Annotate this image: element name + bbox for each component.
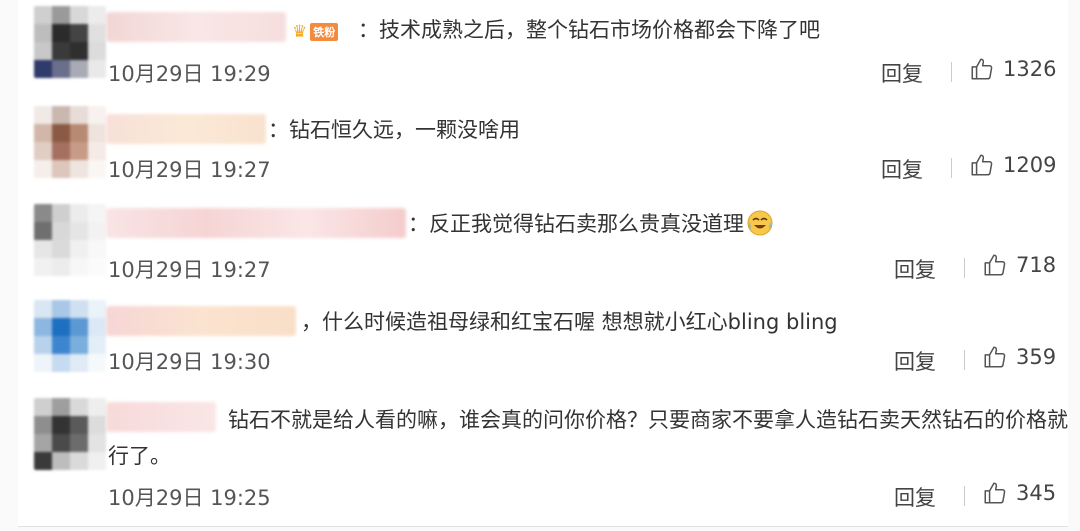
thumbs-up-icon — [984, 346, 1006, 368]
reply-button[interactable]: 回复 — [894, 254, 936, 284]
fan-badge[interactable]: ♛ 铁粉 — [292, 22, 339, 42]
like-count: 718 — [1016, 253, 1057, 277]
username-blurred[interactable] — [106, 114, 266, 144]
thumbs-up-icon — [971, 154, 993, 176]
comment-text: ：技术成熟之后，整个钻石市场价格都会下降了吧 — [358, 18, 820, 42]
comment-time: 10月29日 19:30 — [108, 350, 271, 374]
username-blurred[interactable] — [106, 208, 406, 238]
comment-item: ：钻石恒久远，一颗没啥用 10月29日 19:27 回复 1209 — [18, 96, 1068, 193]
thumbs-up-icon — [984, 482, 1006, 504]
thumbs-up-icon — [984, 254, 1006, 276]
like-count: 1326 — [1003, 57, 1057, 81]
comment-time: 10月29日 19:27 — [108, 158, 271, 182]
avatar[interactable] — [34, 204, 106, 276]
avatar[interactable] — [34, 106, 106, 178]
comment-text: 钻石不就是给人看的嘛，谁会真的问你价格？只要商家不要拿人造钻石卖天然钻石的价格就… — [108, 408, 1068, 468]
comment-text: ：钻石恒久远，一颗没啥用 — [268, 118, 520, 142]
comment-list: ♛ 铁粉 ：技术成熟之后，整个钻石市场价格都会下降了吧 10月29日 19:29… — [0, 0, 1080, 531]
like-button[interactable]: 359 — [982, 344, 1056, 370]
reply-button[interactable]: 回复 — [881, 154, 923, 184]
comment-item: ♛ 铁粉 ：技术成熟之后，整个钻石市场价格都会下降了吧 10月29日 19:29… — [18, 0, 1068, 97]
comment-item: ：反正我觉得钻石卖那么贵真没道理 10月29日 19:27 回复 718 — [18, 192, 1068, 289]
like-button[interactable]: 1209 — [969, 152, 1056, 178]
comment-item: 钻石不就是给人看的嘛，谁会真的问你价格？只要商家不要拿人造钻石卖天然钻石的价格就… — [18, 384, 1068, 527]
comment-text: ：反正我觉得钻石卖那么贵真没道理 — [408, 206, 774, 242]
like-button[interactable]: 718 — [982, 252, 1056, 278]
comment-time: 10月29日 19:25 — [108, 486, 271, 510]
divider — [964, 486, 965, 506]
like-button[interactable]: 1326 — [969, 56, 1056, 82]
avatar[interactable] — [34, 300, 106, 372]
divider — [951, 158, 952, 178]
like-count: 345 — [1016, 481, 1057, 505]
like-count: 359 — [1016, 345, 1057, 369]
comment-item: ，什么时候造祖母绿和红宝石喔 想想就小红心bling bling 10月29日 … — [18, 288, 1068, 385]
comment-text: ，什么时候造祖母绿和红宝石喔 想想就小红心bling bling — [301, 310, 838, 334]
crown-icon: ♛ — [292, 22, 308, 42]
divider — [964, 258, 965, 278]
reply-button[interactable]: 回复 — [894, 482, 936, 512]
comment-time: 10月29日 19:29 — [108, 62, 271, 86]
avatar[interactable] — [34, 6, 106, 78]
divider — [964, 350, 965, 370]
reply-button[interactable]: 回复 — [881, 58, 923, 88]
like-button[interactable]: 345 — [982, 480, 1056, 506]
thumbs-up-icon — [971, 58, 993, 80]
fan-tag: 铁粉 — [310, 23, 339, 41]
reply-button[interactable]: 回复 — [894, 346, 936, 376]
username-blurred[interactable] — [106, 12, 286, 42]
comment-time: 10月29日 19:27 — [108, 258, 271, 282]
divider — [951, 62, 952, 82]
like-count: 1209 — [1003, 153, 1057, 177]
comment-text-body: ：反正我觉得钻石卖那么贵真没道理 — [408, 212, 744, 236]
avatar[interactable] — [34, 398, 106, 470]
crying-laughing-emoji — [747, 210, 773, 236]
username-blurred[interactable] — [106, 306, 296, 336]
